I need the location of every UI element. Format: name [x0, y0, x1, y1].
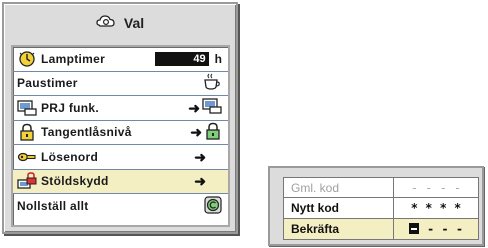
- projector-screen-icon: [17, 99, 37, 117]
- input-cursor-icon: [408, 223, 419, 235]
- projector-screen-icon: [202, 97, 222, 118]
- arrow-right-icon: ➜: [188, 99, 200, 116]
- padlock-icon: [204, 122, 222, 143]
- menu-item-label: Nollställ allt: [17, 199, 89, 214]
- confirm-code-value: - - -: [426, 221, 464, 236]
- confirm-code-field[interactable]: - - -: [394, 222, 478, 236]
- gear-cloud-icon: [96, 14, 116, 33]
- password-fields: Gml. kod - - - - Nytt kod * * * * Bekräf…: [283, 177, 479, 240]
- menu-item-label: PRJ funk.: [41, 100, 100, 115]
- coffee-cup-icon: [202, 73, 222, 94]
- arrow-right-icon: ➜: [194, 173, 206, 190]
- clock-icon: [17, 50, 37, 68]
- reset-icon: [204, 196, 222, 217]
- new-code-value[interactable]: * * * *: [394, 201, 478, 215]
- menu-item-label: Tangentlåsnivå: [41, 125, 132, 140]
- menu-title: Val: [4, 8, 236, 38]
- menu-item-prj-funk[interactable]: PRJ funk. ➜: [13, 96, 228, 121]
- old-code-label: Gml. kod: [284, 178, 394, 198]
- password-panel: Gml. kod - - - - Nytt kod * * * * Bekräf…: [268, 166, 484, 246]
- confirm-code-row[interactable]: Bekräfta - - -: [284, 218, 478, 239]
- lamp-hours-unit: h: [214, 51, 222, 66]
- padlock-icon: [17, 123, 37, 141]
- menu-item-stoldskydd[interactable]: Stöldskydd ➜: [13, 169, 228, 194]
- new-code-label: Nytt kod: [284, 198, 394, 218]
- menu-item-label: Stöldskydd: [41, 174, 109, 189]
- key-icon: [17, 148, 37, 166]
- menu-item-paustimer[interactable]: Paustimer: [13, 72, 228, 96]
- menu-item-tangentlasniva[interactable]: Tangentlåsnivå ➜: [13, 121, 228, 145]
- anti-theft-icon: [17, 172, 37, 190]
- menu-item-lamptimer[interactable]: Lamptimer 49 h: [13, 47, 228, 72]
- menu-item-label: Lösenord: [41, 149, 99, 164]
- menu-item-label: Lamptimer: [41, 51, 106, 66]
- lamp-hours-value: 49: [154, 51, 209, 66]
- new-code-row[interactable]: Nytt kod * * * *: [284, 198, 478, 219]
- old-code-row: Gml. kod - - - -: [284, 178, 478, 199]
- menu-list: Lamptimer 49 h Paustimer PRJ funk. ➜ Tan…: [11, 45, 230, 227]
- menu-item-label: Paustimer: [17, 76, 78, 91]
- old-code-value: - - - -: [410, 180, 462, 195]
- options-menu: Val Lamptimer 49 h Paustimer PRJ funk. ➜…: [2, 2, 238, 234]
- menu-item-nollstall-allt[interactable]: Nollställ allt: [13, 194, 228, 219]
- menu-item-losenord[interactable]: Lösenord ➜: [13, 145, 228, 170]
- menu-title-text: Val: [123, 15, 145, 31]
- arrow-right-icon: ➜: [194, 148, 206, 165]
- arrow-right-icon: ➜: [190, 124, 202, 141]
- confirm-code-label: Bekräfta: [284, 218, 394, 239]
